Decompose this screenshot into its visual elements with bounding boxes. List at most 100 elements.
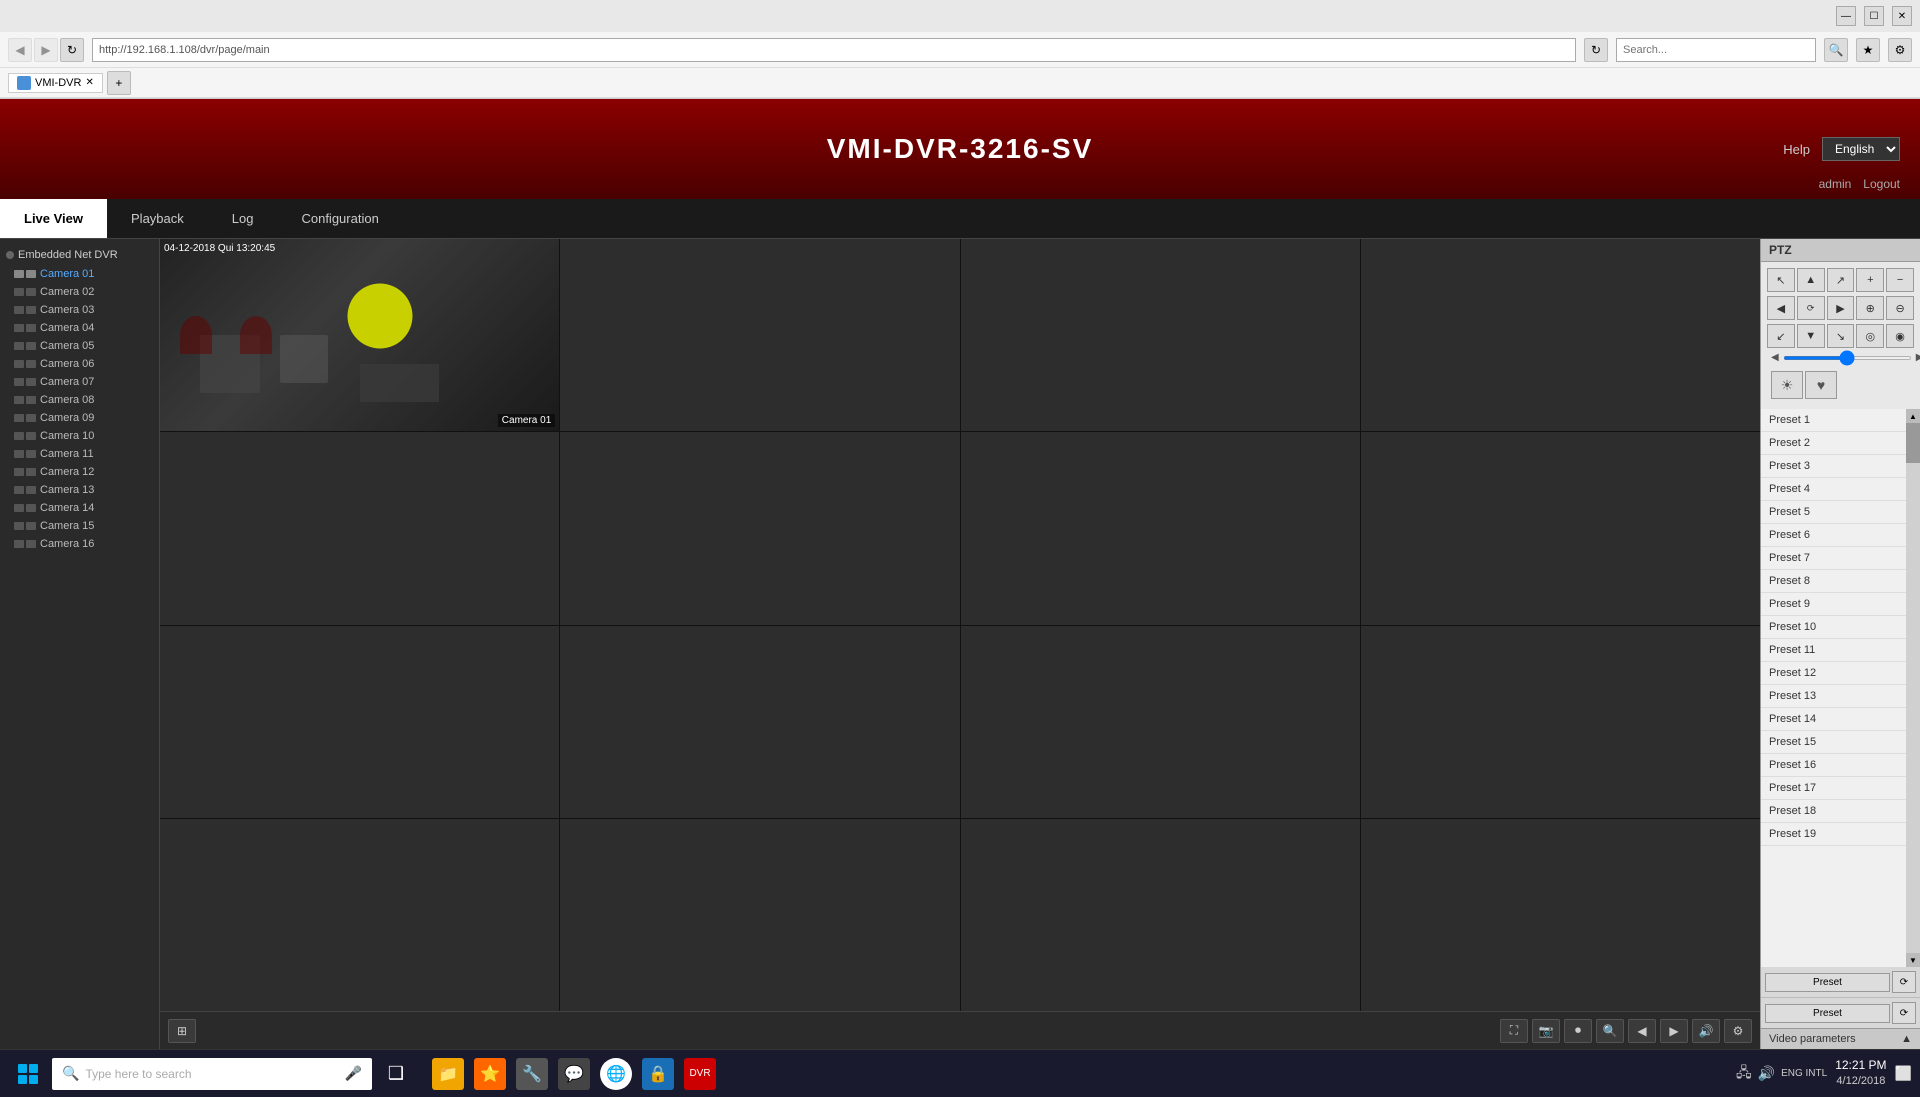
grid-cell-3[interactable]: [961, 239, 1360, 431]
grid-cell-15[interactable]: [961, 819, 1360, 1011]
sidebar-item-camera04[interactable]: Camera 04: [0, 319, 159, 337]
scrollbar-down-button[interactable]: ▼: [1906, 953, 1920, 967]
preset-item-4[interactable]: Preset 4: [1761, 478, 1906, 501]
grid-cell-12[interactable]: [1361, 626, 1760, 818]
close-button[interactable]: ✕: [1892, 6, 1912, 26]
ptz-iris-open[interactable]: ◎: [1856, 324, 1884, 348]
preset-call-button[interactable]: Preset: [1765, 973, 1890, 992]
grid-cell-16[interactable]: [1361, 819, 1760, 1011]
grid-view-button[interactable]: ⊞: [168, 1019, 196, 1043]
tools-button[interactable]: ⚙: [1888, 38, 1912, 62]
record-button[interactable]: ⏺: [1564, 1019, 1592, 1043]
sidebar-item-camera03[interactable]: Camera 03: [0, 301, 159, 319]
preset-item-14[interactable]: Preset 14: [1761, 708, 1906, 731]
taskbar-app-dvr[interactable]: DVR: [680, 1054, 720, 1094]
tab-configuration[interactable]: Configuration: [277, 199, 402, 238]
grid-cell-13[interactable]: [160, 819, 559, 1011]
preset-item-3[interactable]: Preset 3: [1761, 455, 1906, 478]
settings-button[interactable]: ⚙: [1724, 1019, 1752, 1043]
grid-cell-2[interactable]: [560, 239, 959, 431]
grid-cell-7[interactable]: [961, 432, 1360, 624]
ptz-zoom-out[interactable]: −: [1886, 268, 1914, 292]
grid-cell-5[interactable]: [160, 432, 559, 624]
ptz-zoom-in[interactable]: +: [1856, 268, 1884, 292]
grid-cell-1[interactable]: 04-12-2018 Qui 13:20:45 Camera 01: [160, 239, 559, 431]
scrollbar-thumb[interactable]: [1906, 423, 1920, 463]
language-select[interactable]: English: [1822, 137, 1900, 161]
video-params-section[interactable]: Video parameters ▲: [1761, 1028, 1920, 1049]
sidebar-item-camera12[interactable]: Camera 12: [0, 463, 159, 481]
ptz-up-left[interactable]: ↖: [1767, 268, 1795, 292]
tab-playback[interactable]: Playback: [107, 199, 208, 238]
ptz-up[interactable]: ▲: [1797, 268, 1825, 292]
ptz-light-button[interactable]: ☀: [1771, 371, 1803, 399]
grid-cell-9[interactable]: [160, 626, 559, 818]
back-button[interactable]: ◀: [8, 38, 32, 62]
grid-cell-14[interactable]: [560, 819, 959, 1011]
preset-item-17[interactable]: Preset 17: [1761, 777, 1906, 800]
ptz-down-right[interactable]: ↘: [1827, 324, 1855, 348]
sidebar-group-header[interactable]: Embedded Net DVR: [0, 245, 159, 265]
volume-icon[interactable]: 🔊: [1758, 1065, 1775, 1082]
sidebar-item-camera08[interactable]: Camera 08: [0, 391, 159, 409]
zoom-in-button[interactable]: 🔍: [1596, 1019, 1624, 1043]
language-indicator[interactable]: ENG INTL: [1781, 1068, 1827, 1079]
sidebar-item-camera10[interactable]: Camera 10: [0, 427, 159, 445]
sidebar-item-camera01[interactable]: Camera 01: [0, 265, 159, 283]
tab-live-view[interactable]: Live View: [0, 199, 107, 238]
ptz-right[interactable]: ▶: [1827, 296, 1855, 320]
ptz-focus-far[interactable]: ⊖: [1886, 296, 1914, 320]
admin-link[interactable]: admin: [1819, 177, 1852, 191]
grid-cell-10[interactable]: [560, 626, 959, 818]
ptz-left[interactable]: ◀: [1767, 296, 1795, 320]
search-input[interactable]: [1616, 38, 1816, 62]
prev-button[interactable]: ◀: [1628, 1019, 1656, 1043]
preset-item-6[interactable]: Preset 6: [1761, 524, 1906, 547]
ptz-speed-slider[interactable]: [1783, 356, 1912, 360]
favorites-button[interactable]: ★: [1856, 38, 1880, 62]
preset-item-15[interactable]: Preset 15: [1761, 731, 1906, 754]
tab-item[interactable]: VMI-DVR ✕: [8, 73, 103, 93]
sidebar-item-camera02[interactable]: Camera 02: [0, 283, 159, 301]
preset-item-7[interactable]: Preset 7: [1761, 547, 1906, 570]
grid-cell-6[interactable]: [560, 432, 959, 624]
tab-close-button[interactable]: ✕: [85, 77, 93, 88]
logout-button[interactable]: Logout: [1863, 177, 1900, 191]
ptz-focus-near[interactable]: ⊕: [1856, 296, 1884, 320]
network-icon[interactable]: 🖧: [1736, 1062, 1752, 1086]
scrollbar-up-button[interactable]: ▲: [1906, 409, 1920, 423]
sidebar-item-camera13[interactable]: Camera 13: [0, 481, 159, 499]
preset-tour-save-button[interactable]: ⟳: [1892, 1002, 1916, 1024]
preset-item-1[interactable]: Preset 1: [1761, 409, 1906, 432]
taskbar-mic-icon[interactable]: 🎤: [345, 1065, 362, 1082]
preset-item-11[interactable]: Preset 11: [1761, 639, 1906, 662]
preset-item-2[interactable]: Preset 2: [1761, 432, 1906, 455]
sidebar-item-camera05[interactable]: Camera 05: [0, 337, 159, 355]
ptz-down-left[interactable]: ↙: [1767, 324, 1795, 348]
tab-log[interactable]: Log: [208, 199, 278, 238]
taskbar-app-star[interactable]: ⭐: [470, 1054, 510, 1094]
preset-item-10[interactable]: Preset 10: [1761, 616, 1906, 639]
ptz-down[interactable]: ▼: [1797, 324, 1825, 348]
minimize-button[interactable]: —: [1836, 6, 1856, 26]
taskbar-clock[interactable]: 12:21 PM 4/12/2018: [1835, 1057, 1886, 1089]
preset-item-16[interactable]: Preset 16: [1761, 754, 1906, 777]
ptz-up-right[interactable]: ↗: [1827, 268, 1855, 292]
audio-button[interactable]: 🔊: [1692, 1019, 1720, 1043]
start-button[interactable]: [8, 1054, 48, 1094]
taskbar-app-tools[interactable]: 🔧: [512, 1054, 552, 1094]
forward-button[interactable]: ▶: [34, 38, 58, 62]
taskbar-app-lock[interactable]: 🔒: [638, 1054, 678, 1094]
snapshot-button[interactable]: 📷: [1532, 1019, 1560, 1043]
refresh-button[interactable]: ↻: [60, 38, 84, 62]
taskbar-search-box[interactable]: 🔍 Type here to search 🎤: [52, 1058, 372, 1090]
taskbar-app-chrome[interactable]: 🌐: [596, 1054, 636, 1094]
maximize-button[interactable]: ☐: [1864, 6, 1884, 26]
search-button[interactable]: 🔍: [1824, 38, 1848, 62]
refresh-button2[interactable]: ↻: [1584, 38, 1608, 62]
sidebar-item-camera14[interactable]: Camera 14: [0, 499, 159, 517]
preset-item-9[interactable]: Preset 9: [1761, 593, 1906, 616]
sidebar-item-camera15[interactable]: Camera 15: [0, 517, 159, 535]
address-bar[interactable]: [92, 38, 1576, 62]
preset-save-button[interactable]: ⟳: [1892, 971, 1916, 993]
